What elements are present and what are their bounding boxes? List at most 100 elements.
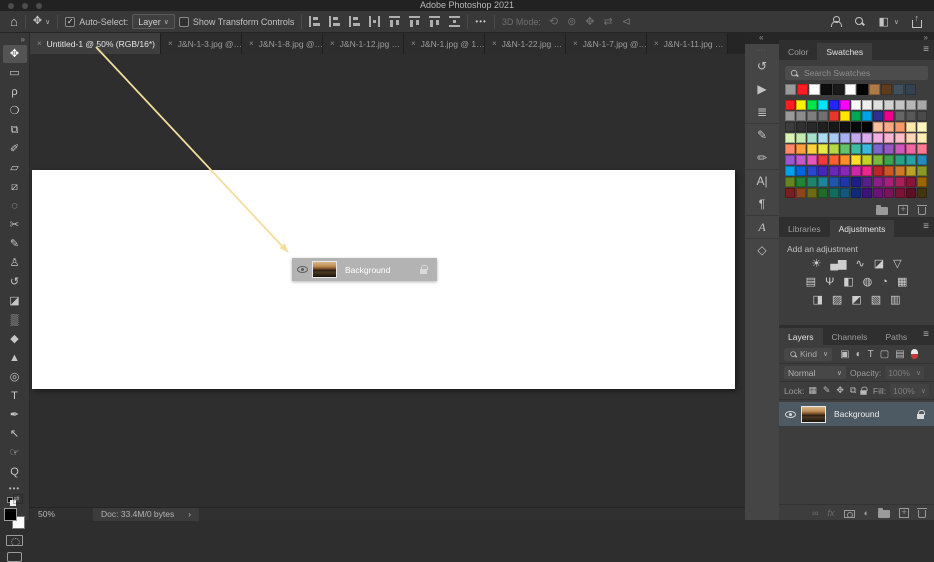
swatch[interactable]	[884, 166, 894, 176]
show-transform-checkbox[interactable]	[178, 16, 189, 27]
link-layers-icon[interactable]: ∞	[812, 508, 818, 518]
swatch[interactable]	[862, 155, 872, 165]
close-tab-icon[interactable]: ×	[37, 39, 42, 48]
3d-slide-icon[interactable]: ⇄	[604, 15, 613, 28]
swatch[interactable]	[917, 100, 927, 110]
swatch[interactable]	[917, 177, 927, 187]
swatch[interactable]	[796, 155, 806, 165]
swatch[interactable]	[906, 177, 916, 187]
swatch[interactable]	[873, 133, 883, 143]
new-layer-icon[interactable]	[899, 507, 909, 518]
swatch[interactable]	[895, 188, 905, 198]
swatch[interactable]	[905, 84, 916, 95]
document-tab[interactable]: × J&N-1-8.jpg @…	[242, 33, 323, 54]
swatch[interactable]	[917, 133, 927, 143]
swatch[interactable]	[818, 133, 828, 143]
swatch[interactable]	[785, 122, 795, 132]
sharpen-tool[interactable]: ▲	[3, 349, 27, 367]
swatch[interactable]	[917, 155, 927, 165]
swatch[interactable]	[851, 188, 861, 198]
swatch[interactable]	[906, 122, 916, 132]
quick-selection-tool[interactable]: ❍	[3, 102, 27, 120]
swatch[interactable]	[829, 111, 839, 121]
layer-style-icon[interactable]: fx	[828, 508, 835, 518]
patch-tool[interactable]: ▱	[3, 159, 27, 177]
swatch[interactable]	[893, 84, 904, 95]
swatch[interactable]	[833, 84, 844, 95]
swatch[interactable]	[840, 166, 850, 176]
layer-filter-dropdown[interactable]: Kind ∨	[784, 347, 833, 361]
curves-icon[interactable]: ∿	[856, 258, 865, 270]
swatch[interactable]	[906, 144, 916, 154]
photo-filter-icon[interactable]: ◍	[863, 276, 873, 288]
layer-visibility-eye-icon[interactable]	[784, 410, 796, 418]
zoom-tool[interactable]: Q	[3, 463, 27, 481]
workspace-switcher[interactable]: ◧ ∨	[878, 15, 899, 28]
default-colors-control[interactable]: ⇄	[6, 494, 23, 506]
swatch[interactable]	[873, 111, 883, 121]
fill-field[interactable]: 100% ∨	[890, 384, 929, 397]
lock-position-icon[interactable]: ✥	[836, 385, 844, 396]
close-tab-icon[interactable]: ×	[654, 39, 659, 48]
panel-menu-icon[interactable]: ≡	[923, 329, 929, 340]
swap-colors-icon[interactable]: ⇄	[12, 494, 23, 504]
layer-thumbnail[interactable]	[801, 405, 826, 423]
lock-artboard-icon[interactable]: ⧉	[850, 385, 856, 396]
swatch[interactable]	[818, 166, 828, 176]
swatch[interactable]	[840, 188, 850, 198]
swatch[interactable]	[796, 177, 806, 187]
document-tab[interactable]: × J&N-1-3.jpg @…	[161, 33, 242, 54]
status-chevron-icon[interactable]: ›	[188, 509, 191, 519]
toolbar-expand-icon[interactable]: »	[21, 33, 29, 45]
align-top-icon[interactable]	[389, 16, 401, 27]
swatch[interactable]	[884, 177, 894, 187]
swatch[interactable]	[862, 166, 872, 176]
swatch[interactable]	[785, 144, 795, 154]
swatch[interactable]	[906, 155, 916, 165]
swatch[interactable]	[895, 133, 905, 143]
swatch[interactable]	[884, 133, 894, 143]
export-share-icon[interactable]	[912, 13, 922, 28]
swatch[interactable]	[785, 177, 795, 187]
layer-visibility-eye-icon[interactable]	[296, 266, 308, 273]
lock-all-icon[interactable]	[860, 386, 868, 395]
close-tab-icon[interactable]: ×	[249, 39, 254, 48]
swatch[interactable]	[884, 111, 894, 121]
dodge-tool[interactable]: ◎	[3, 368, 27, 386]
threshold-icon[interactable]: ◩	[851, 294, 861, 306]
swatch[interactable]	[895, 100, 905, 110]
swatch[interactable]	[809, 84, 820, 95]
swatch[interactable]	[807, 100, 817, 110]
align-middle-icon[interactable]	[409, 16, 421, 27]
properties-panel-icon[interactable]: ≣	[745, 100, 779, 123]
layer-row-background[interactable]: Background	[779, 402, 934, 426]
share-user-icon[interactable]	[830, 16, 843, 27]
glyphs-panel-icon[interactable]: A	[745, 215, 779, 238]
align-left-icon[interactable]	[309, 16, 321, 27]
close-tab-icon[interactable]: ×	[411, 39, 416, 48]
pen-tool[interactable]: ✒	[3, 406, 27, 424]
brush-tool[interactable]: ✎	[3, 235, 27, 253]
marquee-tool[interactable]: ▭	[3, 64, 27, 82]
swatch[interactable]	[884, 144, 894, 154]
swatch[interactable]	[785, 155, 795, 165]
spot-healing-tool[interactable]: ◌	[3, 197, 27, 215]
auto-select-checkbox[interactable]: ✓	[65, 16, 76, 27]
eyedropper-tool[interactable]: ✐	[3, 140, 27, 158]
filter-pixel-layers-icon[interactable]: ▣	[840, 349, 849, 360]
panel-tab-channels[interactable]: Channels	[823, 328, 877, 345]
swatch[interactable]	[873, 188, 883, 198]
swatch[interactable]	[851, 166, 861, 176]
swatch[interactable]	[906, 111, 916, 121]
swatch[interactable]	[807, 122, 817, 132]
swatch[interactable]	[851, 144, 861, 154]
hue-saturation-icon[interactable]: ▤	[806, 276, 816, 288]
vibrance-icon[interactable]: ▽	[893, 258, 901, 270]
posterize-icon[interactable]: ▨	[832, 294, 842, 306]
swatch[interactable]	[840, 133, 850, 143]
swatch[interactable]	[785, 100, 795, 110]
swatch-search[interactable]	[785, 66, 928, 80]
swatch[interactable]	[917, 188, 927, 198]
swatch[interactable]	[840, 111, 850, 121]
filter-adjustment-layers-icon[interactable]: ◐	[856, 349, 862, 360]
